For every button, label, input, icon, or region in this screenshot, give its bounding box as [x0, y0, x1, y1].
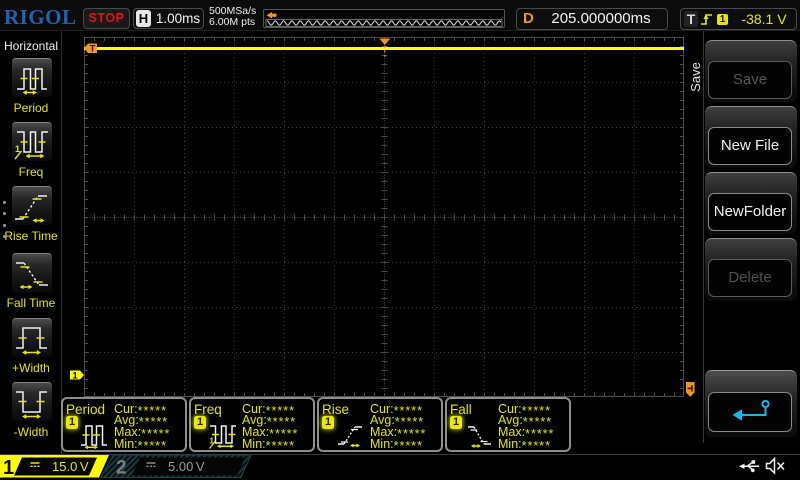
- svg-text:1: 1: [72, 371, 78, 382]
- svg-text:1: 1: [15, 144, 20, 154]
- svg-text:T: T: [90, 43, 96, 54]
- svg-text:1: 1: [210, 437, 215, 446]
- svg-text:15.0 V: 15.0 V: [52, 459, 89, 474]
- svg-text:5.00 V: 5.00 V: [168, 459, 205, 474]
- svg-text:1: 1: [3, 457, 14, 479]
- svg-text:2: 2: [116, 458, 127, 479]
